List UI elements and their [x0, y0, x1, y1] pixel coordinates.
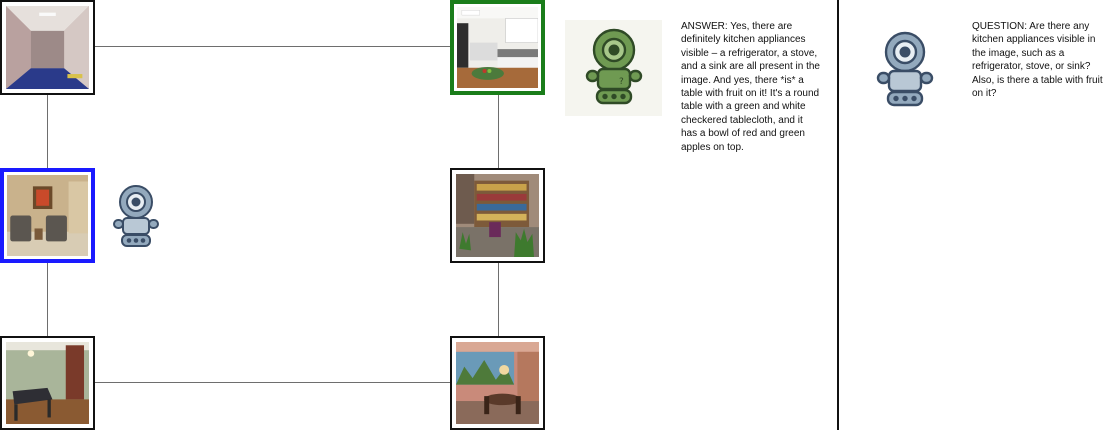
node-kitchen[interactable]	[450, 0, 545, 95]
living-room-thumbnail	[7, 175, 88, 256]
agent-robot-icon	[110, 184, 162, 248]
edge-hallway-kitchen	[95, 46, 451, 47]
edge-game-room-dining-room	[95, 382, 451, 383]
node-game-room[interactable]	[0, 336, 95, 430]
hallway-thumbnail	[6, 6, 89, 89]
node-hallway[interactable]	[0, 0, 95, 95]
answer-text: ANSWER: Yes, there are definitely kitche…	[681, 21, 820, 153]
question-text: QUESTION: Are there any kitchen applianc…	[972, 21, 1103, 100]
node-living-room[interactable]	[0, 168, 95, 263]
panel-divider	[837, 0, 839, 430]
kitchen-thumbnail	[457, 7, 538, 88]
edge-kitchen-library	[498, 95, 499, 168]
svg-text:?: ?	[619, 77, 624, 87]
edge-hallway-living-room	[47, 94, 48, 168]
node-dining-room[interactable]	[450, 336, 545, 430]
game-room-thumbnail	[6, 342, 89, 424]
node-library[interactable]	[450, 168, 545, 263]
dining-room-thumbnail	[456, 342, 539, 424]
oracle-robot-icon: ?	[583, 26, 645, 106]
edge-library-dining-room	[498, 263, 499, 336]
agent-robot-icon	[874, 30, 936, 108]
edge-living-room-game-room	[47, 263, 48, 336]
library-thumbnail	[456, 174, 539, 257]
